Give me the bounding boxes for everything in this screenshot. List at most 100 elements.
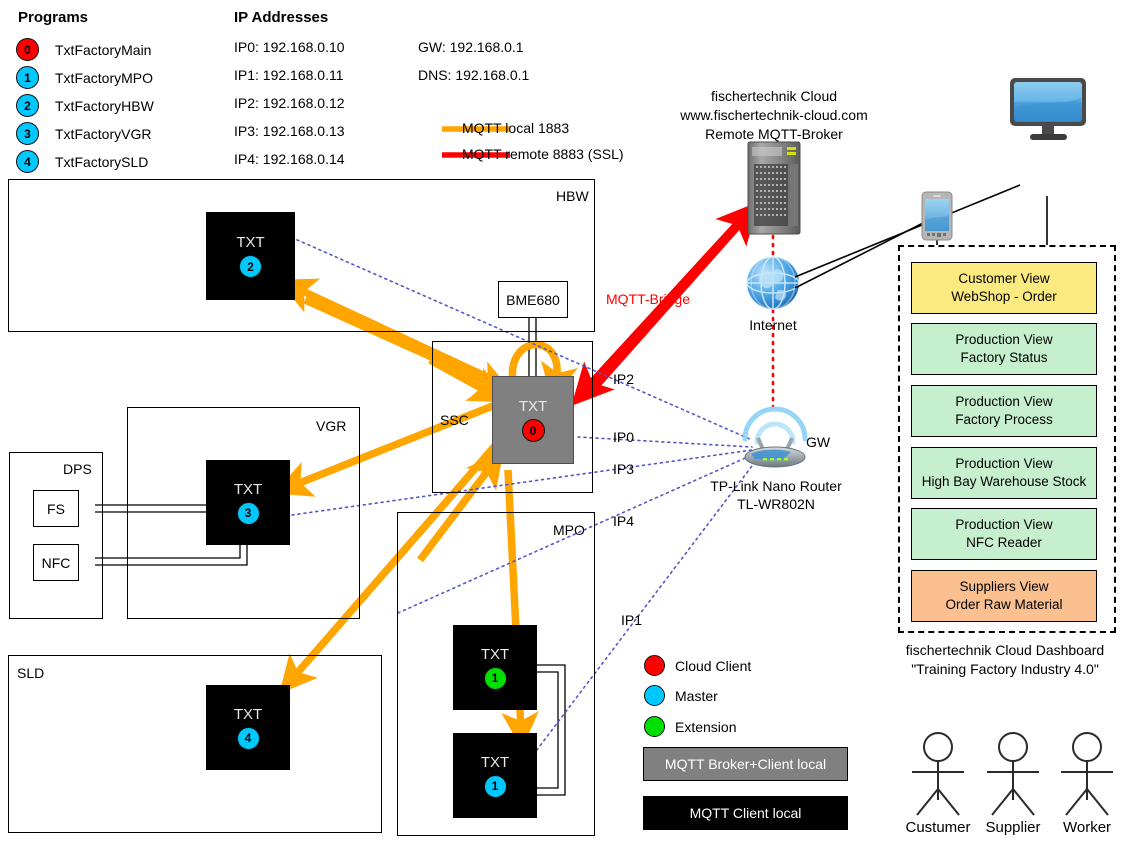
dashboard-card-factory-status-line1: Production View	[955, 331, 1053, 347]
txt-controller-vgr[interactable]: TXT 3	[206, 460, 290, 545]
ip-callout-ip2: IP2	[613, 371, 635, 387]
txt-controller-mpo-master[interactable]: TXT 1	[453, 733, 537, 818]
txt-controller-mpo-extension-label: TXT	[480, 645, 510, 663]
server-icon	[747, 141, 801, 235]
node-legend-row-master: Master	[644, 685, 718, 706]
program-label-3: TxtFactoryVGR	[55, 125, 152, 142]
dns-address: DNS: 192.168.0.1	[418, 67, 530, 83]
station-title-vgr: VGR	[316, 418, 347, 434]
router-name-line2: TL-WR802N	[737, 496, 815, 512]
node-legend-row-cloud-client: Cloud Client	[644, 655, 751, 676]
program-row-2: 2 TxtFactoryHBW	[16, 94, 154, 117]
station-title-dps: DPS	[63, 461, 92, 477]
program-row-0: 0 TxtFactoryMain	[16, 38, 151, 61]
station-title-mpo: MPO	[553, 522, 585, 538]
mqtt-bridge-label: MQTT-Bridge	[606, 291, 691, 307]
ip-address-4: IP4: 192.168.0.14	[234, 151, 345, 167]
dashboard-card-nfc-reader-line2: NFC Reader	[966, 535, 1042, 550]
txt-controller-vgr-badge: 3	[236, 501, 260, 525]
ip-address-0: IP0: 192.168.0.10	[234, 39, 345, 55]
ip-callout-ip3: IP3	[613, 461, 635, 477]
txt-controller-ssc-badge: 0	[521, 419, 545, 442]
extension-label: Extension	[675, 718, 737, 735]
dashboard-card-order-raw-material-line1: Suppliers View	[959, 578, 1049, 594]
station-title-ssc: SSC	[440, 412, 469, 428]
actor-label-supplier: Supplier	[985, 819, 1041, 836]
dashboard-card-order-raw-material[interactable]: Suppliers View Order Raw Material	[911, 570, 1097, 622]
txt-controller-hbw-badge: 2	[239, 255, 262, 278]
actor-worker	[1061, 732, 1113, 816]
txt-controller-ssc-label: TXT	[518, 398, 548, 415]
program-row-3: 3 TxtFactoryVGR	[16, 122, 151, 145]
program-label-4: TxtFactorySLD	[55, 153, 149, 170]
program-row-4: 4 TxtFactorySLD	[16, 150, 148, 173]
txt-controller-mpo-extension-badge: 1	[483, 666, 507, 690]
sensor-nfc: NFC	[33, 544, 79, 581]
txt-controller-mpo-master-badge: 1	[483, 774, 507, 798]
cloud-client-color-swatch	[644, 655, 665, 676]
program-badge-2: 2	[16, 94, 39, 117]
dashboard-card-high-bay-warehouse-stock-line2: High Bay Warehouse Stock	[921, 474, 1087, 489]
txt-controller-vgr-label: TXT	[233, 480, 263, 498]
dashboard-card-nfc-reader[interactable]: Production View NFC Reader	[911, 508, 1097, 560]
sensor-bme680: BME680	[498, 281, 568, 318]
actor-label-custumer: Custumer	[905, 819, 971, 836]
station-panel-sld	[8, 655, 382, 833]
ip-address-3: IP3: 192.168.0.13	[234, 123, 345, 139]
program-badge-4: 4	[16, 150, 39, 173]
program-label-1: TxtFactoryMPO	[55, 69, 154, 86]
txt-controller-sld-badge: 4	[236, 726, 260, 750]
ip-address-1: IP1: 192.168.0.11	[234, 67, 344, 83]
internet-label: Internet	[749, 317, 797, 333]
dashboard-card-factory-process-line2: Factory Process	[955, 412, 1053, 427]
txt-controller-mpo-extension[interactable]: TXT 1	[453, 625, 537, 710]
tablet-icon	[921, 191, 953, 241]
dashboard-card-customer-view-line2: WebShop - Order	[951, 289, 1057, 304]
txt-controller-sld-label: TXT	[233, 705, 263, 723]
router-icon	[742, 406, 808, 468]
cloud-title-line1: fischertechnik Cloud	[710, 88, 838, 104]
station-title-sld: SLD	[17, 665, 45, 681]
ip-callout-ip4: IP4	[613, 513, 635, 529]
cloud-title-line3: Remote MQTT-Broker	[705, 126, 843, 142]
actor-supplier	[987, 732, 1039, 816]
actor-label-worker: Worker	[1062, 819, 1112, 836]
extension-color-swatch	[644, 716, 665, 737]
node-legend-row-extension: Extension	[644, 716, 736, 737]
dashboard-card-factory-process-line1: Production View	[955, 393, 1053, 409]
globe-icon	[746, 256, 800, 310]
dashboard-caption-line2: "Training Factory Industry 4.0"	[911, 661, 1099, 677]
gateway-address: GW: 192.168.0.1	[418, 39, 524, 55]
dashboard-card-high-bay-warehouse-stock-line1: Production View	[955, 455, 1053, 471]
txt-controller-sld[interactable]: TXT 4	[206, 685, 290, 770]
actor-figures	[912, 732, 1113, 816]
dashboard-card-factory-status[interactable]: Production View Factory Status	[911, 323, 1097, 375]
txt-controller-hbw-label: TXT	[236, 234, 265, 251]
program-label-2: TxtFactoryHBW	[55, 97, 154, 114]
txt-controller-mpo-master-label: TXT	[480, 753, 510, 771]
program-badge-1: 1	[16, 66, 39, 89]
txt-controller-hbw[interactable]: TXT 2	[206, 212, 295, 300]
dashboard-card-customer-view[interactable]: Customer View WebShop - Order	[911, 262, 1097, 314]
dashboard-card-high-bay-warehouse-stock[interactable]: Production View High Bay Warehouse Stock	[911, 447, 1097, 499]
dashboard-caption-line1: fischertechnik Cloud Dashboard	[905, 642, 1105, 658]
txt-controller-ssc[interactable]: TXT 0	[492, 376, 574, 464]
dashboard-card-factory-status-line2: Factory Status	[960, 350, 1048, 365]
station-title-hbw: HBW	[556, 188, 589, 204]
legend-box-mqtt-broker-client-local: MQTT Broker+Client local	[643, 747, 848, 781]
programs-heading: Programs	[18, 9, 89, 26]
dashboard-card-order-raw-material-line2: Order Raw Material	[945, 597, 1063, 612]
actor-custumer	[912, 732, 964, 816]
master-color-swatch	[644, 685, 665, 706]
dashboard-card-customer-view-line1: Customer View	[958, 270, 1050, 286]
gateway-label: GW	[806, 434, 831, 450]
program-label-0: TxtFactoryMain	[55, 41, 152, 58]
program-badge-0: 0	[16, 38, 39, 61]
cloud-client-label: Cloud Client	[675, 657, 752, 674]
monitor-icon	[1010, 78, 1086, 140]
dotted-ip0	[577, 436, 753, 448]
dashboard-card-factory-process[interactable]: Production View Factory Process	[911, 385, 1097, 437]
master-label: Master	[675, 687, 718, 704]
program-row-1: 1 TxtFactoryMPO	[16, 66, 153, 89]
sensor-fs: FS	[33, 490, 79, 527]
